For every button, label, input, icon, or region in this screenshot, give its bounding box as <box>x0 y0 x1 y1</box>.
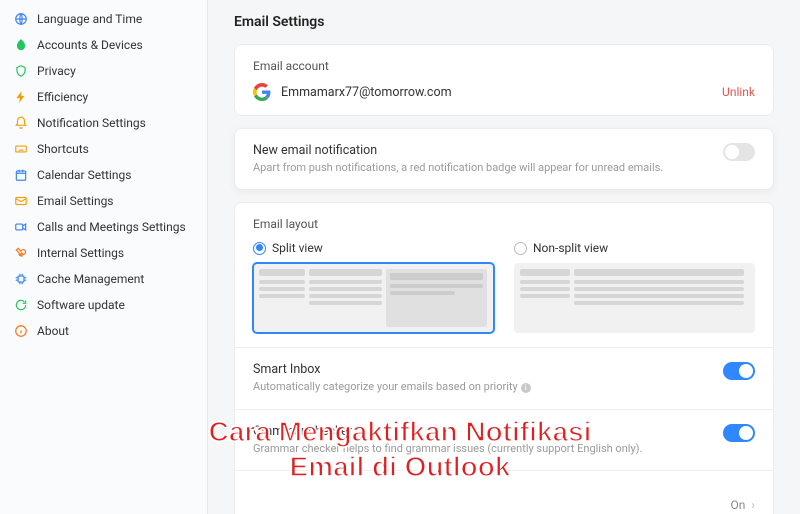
wrench-icon <box>14 246 28 260</box>
grammar-checker-row: Grammar checker Grammar checker helps to… <box>253 424 755 456</box>
mail-icon <box>14 194 28 208</box>
email-account-card: Email account Emmamarx77@tomorrow.com Un… <box>234 44 774 116</box>
globe-icon <box>14 12 28 26</box>
bell-icon <box>14 116 28 130</box>
info-icon <box>14 324 28 338</box>
sidebar-item-label: Software update <box>37 298 125 312</box>
sidebar-item-shortcuts[interactable]: Shortcuts <box>0 136 207 162</box>
email-address: Emmamarx77@tomorrow.com <box>281 85 452 100</box>
main-content: Email Settings Email account Emmamarx77@… <box>208 0 800 514</box>
grammar-toggle[interactable] <box>723 424 755 442</box>
divider <box>235 409 773 410</box>
leaf-icon <box>14 38 28 52</box>
google-icon <box>253 83 271 101</box>
page-title: Email Settings <box>234 14 774 30</box>
shield-icon <box>14 64 28 78</box>
sidebar-item-language-time[interactable]: Language and Time <box>0 6 207 32</box>
chevron-right-icon: › <box>751 498 755 512</box>
sidebar-item-privacy[interactable]: Privacy <box>0 58 207 84</box>
smart-inbox-row: Smart Inbox Automatically categorize you… <box>253 362 755 394</box>
sidebar-item-label: Shortcuts <box>37 142 89 156</box>
divider <box>235 347 773 348</box>
sidebar-item-label: Notification Settings <box>37 116 146 130</box>
notification-title: New email notification <box>253 143 723 158</box>
sidebar-item-label: Privacy <box>37 64 76 78</box>
sidebar-item-label: Language and Time <box>37 12 142 26</box>
sidebar-item-label: Calendar Settings <box>37 168 131 182</box>
info-icon[interactable]: i <box>521 383 531 393</box>
sidebar-item-internal-settings[interactable]: Internal Settings <box>0 240 207 266</box>
rest-settings-card: Email layout Split view <box>234 202 774 514</box>
sidebar-item-accounts-devices[interactable]: Accounts & Devices <box>0 32 207 58</box>
chip-icon <box>14 272 28 286</box>
grammar-title: Grammar checker <box>253 424 723 439</box>
sidebar-item-calls-meetings[interactable]: Calls and Meetings Settings <box>0 214 207 240</box>
radio-selected-icon <box>253 242 266 255</box>
sidebar-item-cache-management[interactable]: Cache Management <box>0 266 207 292</box>
video-icon <box>14 220 28 234</box>
bolt-icon <box>14 90 28 104</box>
radio-unselected-icon <box>514 242 527 255</box>
sidebar-item-calendar-settings[interactable]: Calendar Settings <box>0 162 207 188</box>
smart-inbox-description: Automatically categorize your emails bas… <box>253 379 723 394</box>
signature-value: On <box>731 498 746 512</box>
section-label: Email layout <box>253 217 755 231</box>
notification-toggle[interactable] <box>723 143 755 161</box>
radio-label: Non-split view <box>533 241 608 255</box>
sidebar-item-label: About <box>37 324 69 338</box>
nonsplit-view-preview <box>514 263 755 333</box>
smart-inbox-toggle[interactable] <box>723 362 755 380</box>
calendar-icon <box>14 168 28 182</box>
refresh-icon <box>14 298 28 312</box>
new-email-notification-card: New email notification Apart from push n… <box>234 128 774 190</box>
signature-description <box>253 506 731 514</box>
unlink-button[interactable]: Unlink <box>722 85 755 99</box>
sidebar-item-label: Calls and Meetings Settings <box>37 220 186 234</box>
section-label: Email account <box>253 59 755 73</box>
sidebar-item-efficiency[interactable]: Efficiency <box>0 84 207 110</box>
split-view-preview <box>253 263 494 333</box>
layout-option-nonsplit[interactable]: Non-split view <box>514 241 755 333</box>
keyboard-icon <box>14 142 28 156</box>
sidebar-item-label: Internal Settings <box>37 246 124 260</box>
smart-inbox-title: Smart Inbox <box>253 362 723 377</box>
sidebar-item-email-settings[interactable]: Email Settings <box>0 188 207 214</box>
sidebar-item-about[interactable]: About <box>0 318 207 344</box>
notification-description: Apart from push notifications, a red not… <box>253 160 723 175</box>
sidebar-item-label: Efficiency <box>37 90 88 104</box>
sidebar-item-label: Cache Management <box>37 272 144 286</box>
sidebar-item-notification-settings[interactable]: Notification Settings <box>0 110 207 136</box>
grammar-description: Grammar checker helps to find grammar is… <box>253 441 723 456</box>
sidebar-item-label: Accounts & Devices <box>37 38 143 52</box>
signature-row[interactable]: On › <box>253 485 755 514</box>
signature-title <box>253 489 731 504</box>
sidebar-item-software-update[interactable]: Software update <box>0 292 207 318</box>
layout-option-split[interactable]: Split view <box>253 241 494 333</box>
settings-sidebar: Language and Time Accounts & Devices Pri… <box>0 0 208 514</box>
divider <box>235 470 773 471</box>
sidebar-item-label: Email Settings <box>37 194 114 208</box>
radio-label: Split view <box>272 241 323 255</box>
